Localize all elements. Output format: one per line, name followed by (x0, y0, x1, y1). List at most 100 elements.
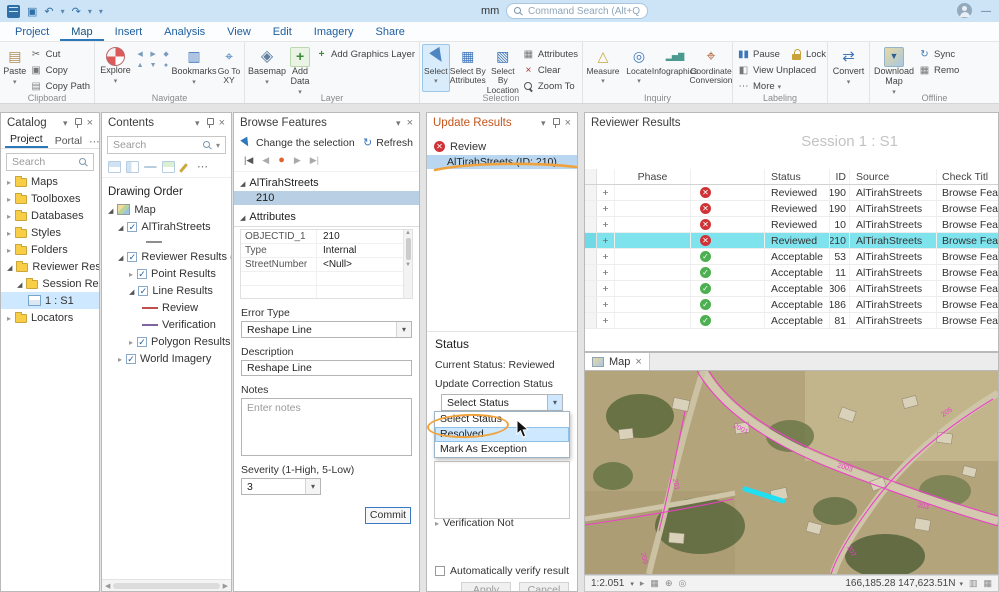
attribute-row[interactable] (241, 286, 412, 299)
sublayer-verification[interactable]: Verification (102, 316, 231, 333)
next-record-icon[interactable] (294, 155, 301, 166)
cut-button[interactable]: Cut (28, 47, 92, 61)
selected-feature-id[interactable]: 210 (234, 191, 419, 205)
map-view[interactable]: 2001 2003 203 201 205 207 209 (584, 370, 999, 575)
expander-icon[interactable] (118, 353, 122, 365)
layer-point-results[interactable]: Point Results (102, 265, 231, 282)
correction-notes-box[interactable] (434, 461, 570, 519)
refresh-icon[interactable] (363, 136, 372, 149)
tab-imagery[interactable]: Imagery (303, 22, 365, 41)
attribute-row[interactable]: StreetNumber<Null> (241, 258, 412, 272)
review-group-item[interactable]: Review (427, 139, 577, 154)
previous-record-icon[interactable] (262, 155, 269, 166)
layer-checkbox[interactable] (127, 222, 137, 232)
catalog-item-folders[interactable]: Folders (1, 241, 99, 258)
list-by-selection-icon[interactable] (144, 166, 157, 168)
column-state-icon[interactable] (691, 169, 765, 184)
snap-tool-icon[interactable] (678, 578, 686, 589)
catalog-search[interactable] (6, 153, 94, 171)
verification-notes-section[interactable]: Verification Not (435, 517, 514, 529)
chevron-down-icon[interactable] (195, 117, 200, 129)
infographics-button[interactable]: Infographics (657, 44, 693, 92)
pin-icon[interactable] (206, 118, 213, 128)
column-phase[interactable]: Phase (615, 169, 691, 184)
coordinate-conversion-button[interactable]: Coordinate Conversion (693, 44, 729, 92)
attribute-row[interactable] (241, 272, 412, 286)
refresh-label[interactable]: Refresh (376, 137, 413, 149)
expander-icon[interactable] (129, 336, 133, 348)
severity-dropdown[interactable]: 3 (241, 478, 321, 495)
last-record-icon[interactable] (310, 155, 319, 166)
cancel-button[interactable]: Cancel (519, 582, 569, 592)
change-selection-label[interactable]: Change the selection (256, 137, 355, 149)
more-tabs-icon[interactable] (89, 136, 100, 148)
option-select-status[interactable]: Select Status (435, 412, 569, 427)
catalog-item-locators[interactable]: Locators (1, 309, 99, 326)
expander-icon[interactable] (129, 268, 133, 280)
expander-open-icon[interactable] (240, 211, 245, 223)
layer-checkbox[interactable] (137, 337, 147, 347)
more-options-icon[interactable] (197, 160, 208, 173)
more-button[interactable]: More (735, 79, 828, 93)
expander-icon[interactable] (7, 210, 11, 222)
tab-insert[interactable]: Insert (104, 22, 154, 41)
command-search-input[interactable] (528, 6, 640, 17)
expander-icon[interactable] (7, 176, 11, 188)
chevron-down-icon[interactable] (63, 117, 68, 129)
catalog-item-reviewer-results[interactable]: Reviewer Res (1, 258, 99, 275)
catalog-item-databases[interactable]: Databases (1, 207, 99, 224)
customize-toolbar-icon[interactable] (99, 5, 103, 17)
pause-button[interactable]: Pause (735, 47, 782, 61)
view-unplaced-button[interactable]: View Unplaced (735, 63, 828, 77)
notes-field[interactable] (241, 398, 412, 456)
layer-checkbox[interactable] (127, 252, 137, 262)
table-row[interactable]: Acceptable11 AlTirahStreetsBrowse Fea (585, 265, 998, 281)
layer-line-results[interactable]: Line Results (102, 282, 231, 299)
expand-row-icon[interactable] (597, 313, 615, 328)
column-status[interactable]: Status (765, 169, 830, 184)
account-avatar[interactable] (957, 3, 972, 18)
scale-dropdown-icon[interactable] (630, 578, 634, 589)
app-logo-icon[interactable] (7, 5, 20, 18)
description-field[interactable] (241, 360, 412, 376)
clear-button[interactable]: Clear (520, 63, 580, 77)
expand-row-icon[interactable] (597, 233, 615, 248)
expander-icon[interactable] (7, 312, 11, 324)
sublayer-review[interactable]: Review (102, 299, 231, 316)
error-type-dropdown[interactable]: Reshape Line (241, 321, 412, 338)
list-by-editing-icon[interactable] (162, 161, 175, 173)
option-mark-as-exception[interactable]: Mark As Exception (435, 442, 569, 457)
expander-icon[interactable] (435, 517, 439, 529)
layer-checkbox[interactable] (126, 354, 136, 364)
table-row[interactable]: Acceptable81 AlTirahStreetsBrowse Fea (585, 313, 998, 329)
first-record-icon[interactable] (244, 155, 253, 166)
basemap-button[interactable]: Basemap (247, 44, 287, 92)
layer-polygon-results[interactable]: Polygon Results (102, 333, 231, 350)
list-by-source-icon[interactable] (126, 161, 139, 173)
copy-button[interactable]: Copy (28, 63, 92, 77)
catalog-item-toolboxes[interactable]: Toolboxes (1, 190, 99, 207)
layer-checkbox[interactable] (137, 269, 147, 279)
notes-textarea[interactable] (242, 399, 411, 455)
expander-open-icon[interactable] (7, 261, 12, 273)
close-icon[interactable] (219, 117, 225, 129)
undo-icon[interactable] (44, 5, 53, 18)
expander-open-icon[interactable] (118, 251, 123, 263)
tab-edit[interactable]: Edit (262, 22, 303, 41)
measure-button[interactable]: Measure (585, 44, 621, 92)
feature-layer-name[interactable]: AlTirahStreets (249, 177, 318, 189)
explore-button[interactable]: Explore (97, 44, 134, 92)
expand-row-icon[interactable] (597, 281, 615, 296)
apply-button[interactable]: Apply (461, 582, 511, 592)
contents-search[interactable] (107, 136, 226, 154)
close-icon[interactable] (87, 117, 93, 129)
expand-row-icon[interactable] (597, 249, 615, 264)
map-view-tab[interactable]: Map (585, 353, 650, 370)
add-data-button[interactable]: Add Data (287, 44, 313, 92)
horizontal-scrollbar[interactable]: ◀▶ (102, 579, 231, 591)
save-icon[interactable] (27, 5, 37, 18)
coordinates-dropdown-icon[interactable] (959, 578, 963, 589)
coordinates-readout[interactable]: 166,185.28 147,623.51N (845, 578, 955, 589)
select-by-attributes-button[interactable]: Select By Attributes (450, 44, 486, 92)
lock-button[interactable]: Lock (788, 47, 828, 61)
